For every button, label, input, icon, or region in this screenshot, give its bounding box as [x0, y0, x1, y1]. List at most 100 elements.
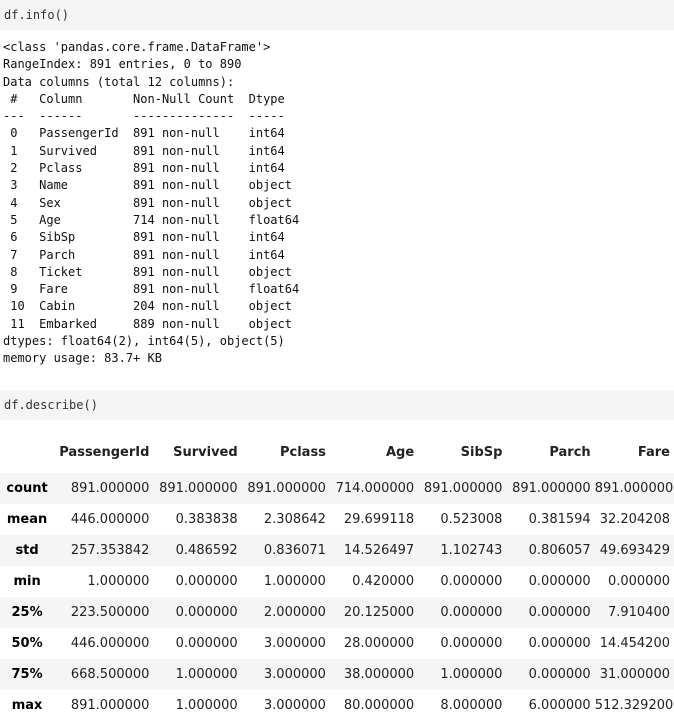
table-cell: 668.500000	[70, 666, 150, 682]
table-cell: 38.000000	[343, 666, 415, 682]
table-cell: 0.000000	[175, 635, 238, 651]
table-cell: 257.353842	[70, 542, 150, 558]
row-label: 25%	[11, 604, 43, 620]
table-cell: 0.000000	[440, 635, 503, 651]
index-header	[0, 432, 54, 473]
table-cell: 3.000000	[263, 697, 326, 713]
info-footer-line: memory usage: 83.7+ KB	[3, 351, 162, 366]
table-row: mean 446.000000 0.383838 2.308642 29.699118 0…	[0, 504, 674, 535]
info-header-line: RangeIndex: 891 entries, 0 to 890	[3, 57, 242, 72]
table-cell: 31.000000	[599, 666, 670, 682]
table-cell: 891.000000	[70, 697, 150, 713]
table-cell: 1.000000	[175, 697, 238, 713]
row-label: mean	[6, 511, 48, 527]
column-header: Parch	[549, 444, 591, 460]
table-cell: 0.000000	[528, 666, 591, 682]
table-cell: 891.000000	[594, 480, 674, 496]
table-cell: 29.699118	[343, 511, 415, 527]
info-header-line: <class 'pandas.core.frame.DataFrame'>	[3, 40, 271, 54]
info-header-line: --- ------ -------------- -----	[3, 109, 300, 124]
table-cell: 0.523008	[440, 511, 503, 527]
column-header: SibSp	[460, 444, 503, 460]
info-column-row: 2 Pclass 891 non-null int64	[3, 161, 300, 176]
table-cell: 891.000000	[247, 480, 326, 496]
row-label: 75%	[11, 666, 43, 682]
table-row: max 891.000000 1.000000 3.000000 80.000000 8.…	[0, 690, 674, 721]
table-cell: 32.204208	[599, 511, 670, 527]
info-column-row: 4 Sex 891 non-null object	[3, 195, 300, 210]
info-column-row: 11 Embarked 889 non-null object	[3, 316, 300, 331]
table-row: 25% 223.500000 0.000000 2.000000 20.125000 0.…	[0, 596, 674, 628]
table-cell: 0.000000	[440, 604, 503, 620]
code-input[interactable]: df.info()	[4, 8, 69, 22]
table-cell: 2.308642	[263, 511, 326, 527]
table-cell: 0.806057	[528, 542, 591, 558]
table-cell: 1.000000	[87, 573, 150, 589]
code-input[interactable]: df.describe()	[4, 398, 98, 412]
info-column-row: 9 Fare 891 non-null float64	[3, 282, 300, 297]
describe-table: PassengerId Survived Pclass Age SibSp Parch Fa…	[0, 432, 674, 721]
table-cell: 512.329200	[594, 697, 674, 713]
row-label: 50%	[11, 635, 43, 651]
column-header: PassengerId	[59, 444, 150, 460]
code-cell-describe[interactable]: df.describe()	[0, 389, 674, 420]
info-column-row: 8 Ticket 891 non-null object	[3, 264, 300, 279]
table-cell: 0.000000	[175, 604, 238, 620]
table-cell: 446.000000	[70, 511, 150, 527]
table-cell: 1.102743	[440, 542, 503, 558]
column-header: Survived	[173, 444, 238, 460]
row-label: std	[15, 542, 39, 558]
info-column-row: 7 Parch 891 non-null int64	[3, 247, 300, 262]
table-cell: 0.000000	[440, 573, 503, 589]
table-row: min 1.000000 0.000000 1.000000 0.420000 0.000…	[0, 566, 674, 597]
table-cell: 223.500000	[70, 604, 150, 620]
info-footer-line: dtypes: float64(2), int64(5), object(5)	[3, 334, 285, 349]
table-cell: 891.000000	[512, 480, 591, 496]
table-cell: 0.000000	[528, 573, 591, 589]
table-row: count 891.000000 891.000000 891.000000 714.0…	[0, 472, 674, 504]
info-column-row: 3 Name 891 non-null object	[3, 178, 300, 193]
table-cell: 0.000000	[175, 573, 238, 589]
table-cell: 1.000000	[263, 573, 326, 589]
table-cell: 0.836071	[263, 542, 326, 558]
table-cell: 7.910400	[607, 604, 670, 620]
table-cell: 6.000000	[528, 697, 591, 713]
table-cell: 714.000000	[335, 480, 415, 496]
table-cell: 0.420000	[352, 573, 415, 589]
table-cell: 49.693429	[599, 542, 670, 558]
row-label: min	[13, 573, 41, 589]
table-cell: 0.000000	[528, 604, 591, 620]
info-column-row: 5 Age 714 non-null float64	[3, 212, 300, 227]
info-column-row: 1 Survived 891 non-null int64	[3, 143, 300, 158]
describe-header-row: PassengerId Survived Pclass Age SibSp Parch Fa…	[0, 432, 674, 473]
table-cell: 2.000000	[263, 604, 326, 620]
table-row: std 257.353842 0.486592 0.836071 14.526497 1.…	[0, 534, 674, 566]
info-column-row: 6 SibSp 891 non-null int64	[3, 230, 300, 245]
info-output: <class 'pandas.core.frame.DataFrame'> Ran…	[0, 30, 674, 368]
row-label: count	[6, 480, 48, 496]
table-cell: 1.000000	[175, 666, 238, 682]
table-row: 50% 446.000000 0.000000 3.000000 28.000000 0.…	[0, 628, 674, 659]
table-cell: 891.000000	[70, 480, 150, 496]
table-cell: 0.381594	[528, 511, 591, 527]
cell-gap	[0, 368, 674, 390]
table-cell: 14.454200	[599, 635, 670, 651]
table-cell: 446.000000	[70, 635, 150, 651]
table-cell: 3.000000	[263, 666, 326, 682]
table-cell: 8.000000	[440, 697, 503, 713]
info-header-line: Data columns (total 12 columns):	[3, 74, 235, 89]
table-cell: 3.000000	[263, 635, 326, 651]
column-header: Age	[386, 444, 415, 460]
table-cell: 20.125000	[343, 604, 415, 620]
table-row: 75% 668.500000 1.000000 3.000000 38.000000 1.…	[0, 658, 674, 690]
column-header: Fare	[637, 444, 670, 460]
column-header: Pclass	[279, 444, 326, 460]
info-column-row: 10 Cabin 204 non-null object	[3, 299, 300, 314]
row-label: max	[11, 697, 43, 713]
table-cell: 0.000000	[528, 635, 591, 651]
table-cell: 0.486592	[175, 542, 238, 558]
info-header-line: # Column Non-Null Count Dtype	[3, 91, 300, 106]
code-cell-info[interactable]: df.info()	[0, 0, 674, 30]
table-cell: 1.000000	[440, 666, 503, 682]
table-cell: 891.000000	[159, 480, 238, 496]
